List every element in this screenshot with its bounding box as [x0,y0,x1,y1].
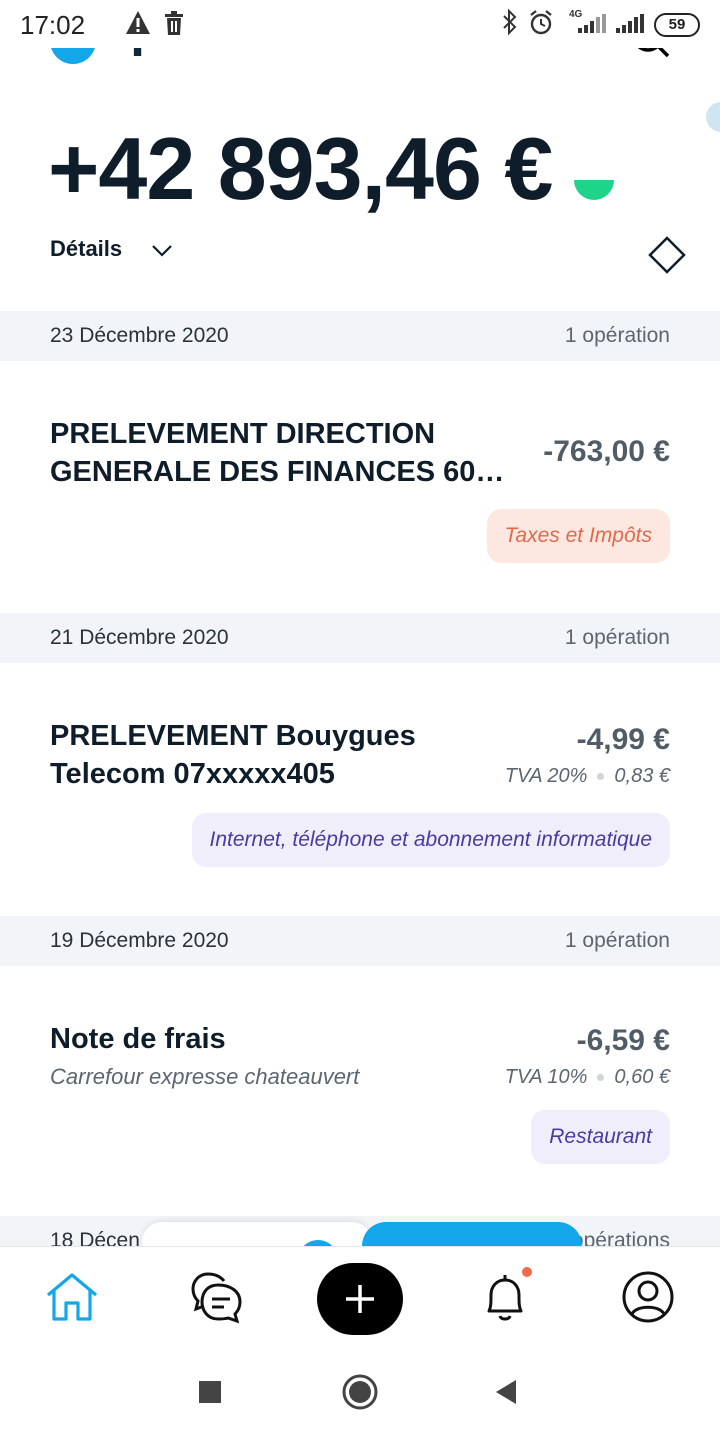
transaction-row[interactable]: PRELEVEMENT Bouygues Telecom 07xxxxx405 … [0,663,720,913]
transaction-title-line: GENERALE DES FINANCES 60… [50,456,505,488]
transaction-amount: -4,99 € [576,723,670,756]
transaction-tva: TVA 10% 0,60 € [505,1066,670,1089]
balance-indicator [574,180,614,200]
signal-icon [578,14,606,33]
day-date: 19 Décembre 2020 [50,929,229,952]
day-header: 23 Décembre 2020 1 opération [0,311,720,361]
day-operation-count: 1 opération [564,929,670,952]
status-bar: 17:02 4G 59 [0,0,720,48]
battery-icon: 59 [654,13,700,37]
notification-badge [522,1267,532,1277]
transaction-title-line: PRELEVEMENT Bouygues [50,720,416,752]
alarm-icon [530,10,552,35]
home-circle-icon[interactable] [341,1373,379,1411]
tva-rate: TVA 20% [504,765,588,787]
day-date: 21 Décembre 2020 [50,626,229,649]
day-operation-count: 1 opération [564,626,670,649]
profile-icon[interactable] [620,1271,676,1327]
tva-amount: 0,60 € [614,1066,670,1088]
signal-icon [616,14,644,33]
category-chip[interactable]: Internet, téléphone et abonnement inform… [191,813,670,867]
details-toggle-label[interactable]: Détails [50,236,122,262]
transaction-title-line: Telecom 07xxxxx405 [50,758,335,790]
tva-amount: 0,83 € [614,765,670,787]
transaction-title: PRELEVEMENT DIRECTION GENERALE DES FINAN… [50,415,504,491]
day-header: 21 Décembre 2020 1 opération [0,613,720,663]
add-button[interactable] [317,1263,403,1335]
tva-rate: TVA 10% [504,1066,588,1088]
bottom-navigation [0,1246,720,1345]
home-icon[interactable] [44,1271,100,1323]
transaction-subtitle: Carrefour expresse chateauvert [50,1064,360,1089]
account-balance: +42 893,46 € [48,119,553,218]
warning-icon [126,11,150,34]
status-time: 17:02 [20,10,86,40]
separator-dot [597,773,605,781]
back-icon[interactable] [494,1379,518,1405]
separator-dot [597,1074,605,1082]
transaction-row[interactable]: PRELEVEMENT DIRECTION GENERALE DES FINAN… [0,361,720,611]
system-navigation-bar [0,1344,720,1440]
day-header: 19 Décembre 2020 1 opération [0,916,720,966]
day-operation-count: 1 opération [564,324,670,347]
chat-icon[interactable] [190,1271,244,1325]
add-icon [346,1285,374,1313]
transaction-amount: -763,00 € [543,435,670,468]
transaction-title-line: PRELEVEMENT DIRECTION [50,418,436,450]
transaction-title: PRELEVEMENT Bouygues Telecom 07xxxxx405 [50,717,416,793]
diamond-icon[interactable] [648,236,686,274]
bluetooth-icon [503,8,517,36]
transaction-row[interactable]: Note de frais Carrefour expresse chateau… [0,966,720,1214]
side-handle[interactable] [706,102,720,132]
transaction-title: Note de frais [50,1023,226,1055]
category-chip[interactable]: Taxes et Impôts [486,509,670,563]
category-chip[interactable]: Restaurant [531,1110,670,1164]
trash-icon [165,11,183,35]
transaction-amount: -6,59 € [576,1024,670,1057]
recents-icon[interactable] [198,1380,222,1404]
bell-icon[interactable] [482,1271,528,1325]
day-date: 23 Décembre 2020 [50,324,229,347]
chevron-down-icon[interactable] [150,238,174,262]
transaction-tva: TVA 20% 0,83 € [505,765,670,788]
